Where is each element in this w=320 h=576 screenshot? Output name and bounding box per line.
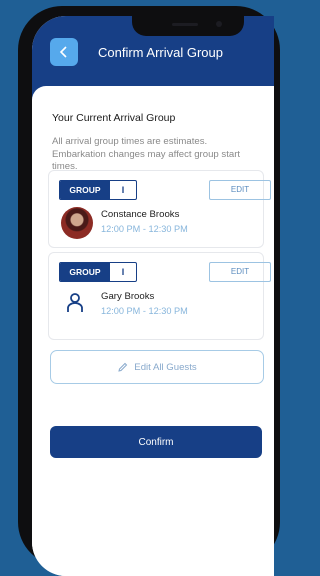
guest-name: Gary Brooks	[101, 291, 155, 302]
edit-all-label: Edit All Guests	[134, 361, 197, 373]
guest-time: 12:00 PM - 12:30 PM	[101, 306, 188, 316]
group-badge: GROUP I	[59, 180, 137, 200]
section-title: Your Current Arrival Group	[52, 112, 176, 124]
front-camera	[216, 21, 222, 27]
pencil-icon	[118, 362, 128, 372]
section-description: All arrival group times are estimates. E…	[52, 136, 241, 172]
page-title: Confirm Arrival Group	[98, 45, 223, 60]
group-label: GROUP	[60, 263, 110, 281]
group-value: I	[121, 267, 125, 277]
guest-name: Constance Brooks	[101, 209, 180, 220]
edit-group-button[interactable]: EDIT	[209, 262, 271, 282]
group-badge: GROUP I	[59, 262, 137, 282]
edit-all-guests-button[interactable]: Edit All Guests	[50, 350, 264, 384]
guest-card: GROUP I EDIT Gary Brooks 12:00 PM - 12:3…	[48, 252, 271, 340]
edit-group-button[interactable]: EDIT	[209, 180, 271, 200]
back-button[interactable]	[50, 38, 78, 66]
app-screen: Confirm Arrival Group Your Current Arriv…	[32, 16, 274, 576]
guest-card: GROUP I EDIT Constance Brooks 12:00 PM -…	[48, 170, 271, 248]
phone-notch	[132, 16, 244, 36]
group-value: I	[121, 185, 125, 195]
chevron-left-icon	[59, 46, 67, 58]
speaker-grille	[172, 23, 198, 26]
confirm-label: Confirm	[138, 436, 174, 448]
avatar	[61, 207, 93, 239]
group-label: GROUP	[60, 181, 110, 199]
confirm-button[interactable]: Confirm	[50, 426, 262, 458]
person-icon	[67, 293, 83, 312]
guest-time: 12:00 PM - 12:30 PM	[101, 224, 188, 234]
